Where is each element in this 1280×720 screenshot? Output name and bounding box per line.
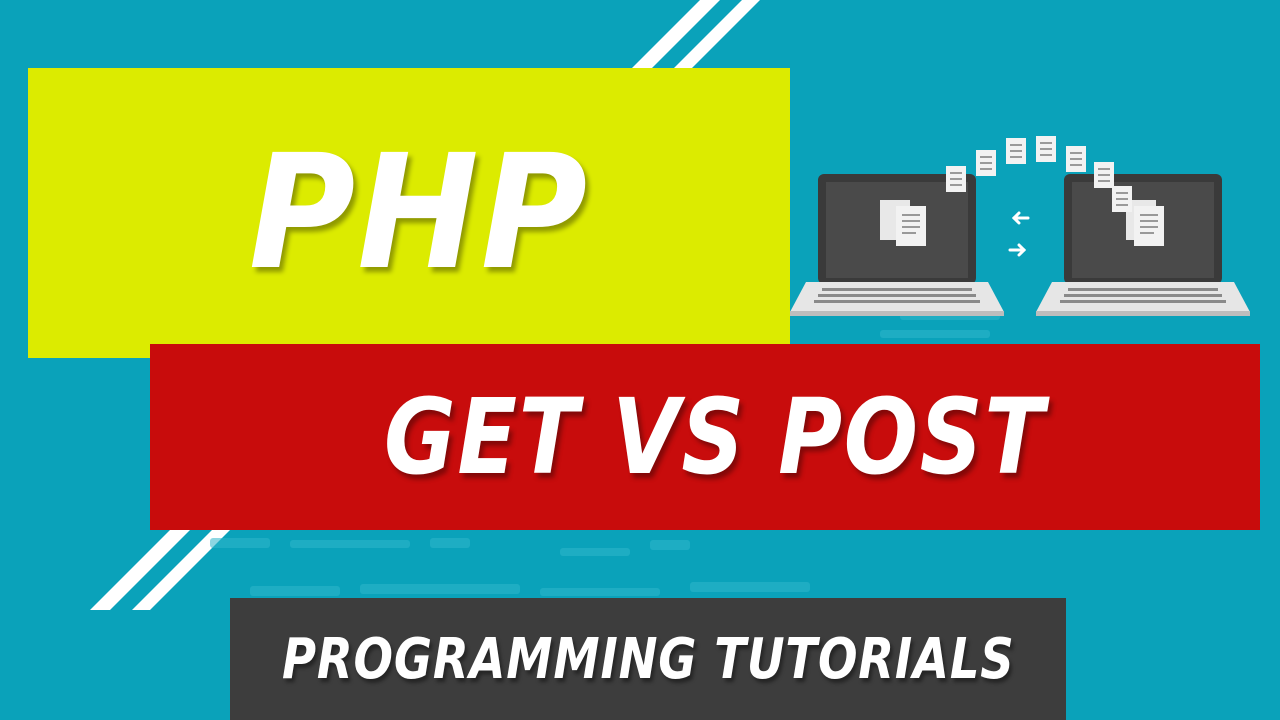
document-line: [1070, 164, 1082, 166]
document-line: [1098, 180, 1110, 182]
document-line: [1010, 156, 1022, 158]
document-line: [950, 178, 962, 180]
document-line: [1098, 168, 1110, 170]
document-line: [1010, 144, 1022, 146]
subtitle-panel: GET VS POST: [150, 344, 1260, 530]
document-line: [1040, 154, 1052, 156]
page-subtitle: GET VS POST: [384, 376, 1046, 498]
document-line: [1116, 204, 1128, 206]
right-laptop-icon: [1036, 174, 1250, 316]
document-line: [1116, 192, 1128, 194]
left-laptop-icon: [790, 174, 1004, 316]
document-line: [980, 156, 992, 158]
document-line: [950, 172, 962, 174]
document-line: [1070, 152, 1082, 154]
title-panel: PHP: [28, 68, 790, 358]
document-line: [980, 168, 992, 170]
document-line: [980, 162, 992, 164]
document-line: [1010, 150, 1022, 152]
banner-panel: PROGRAMMING TUTORIALS: [230, 598, 1066, 720]
document-line: [1040, 148, 1052, 150]
page-title: PHP: [248, 121, 590, 305]
document-line: [1040, 142, 1052, 144]
document-icon: [880, 200, 926, 246]
document-line: [1116, 198, 1128, 200]
document-line: [950, 184, 962, 186]
document-line: [1070, 158, 1082, 160]
transfer-arrows-icon: [1008, 211, 1030, 257]
document-line: [1098, 174, 1110, 176]
banner-label: PROGRAMMING TUTORIALS: [281, 626, 1015, 692]
